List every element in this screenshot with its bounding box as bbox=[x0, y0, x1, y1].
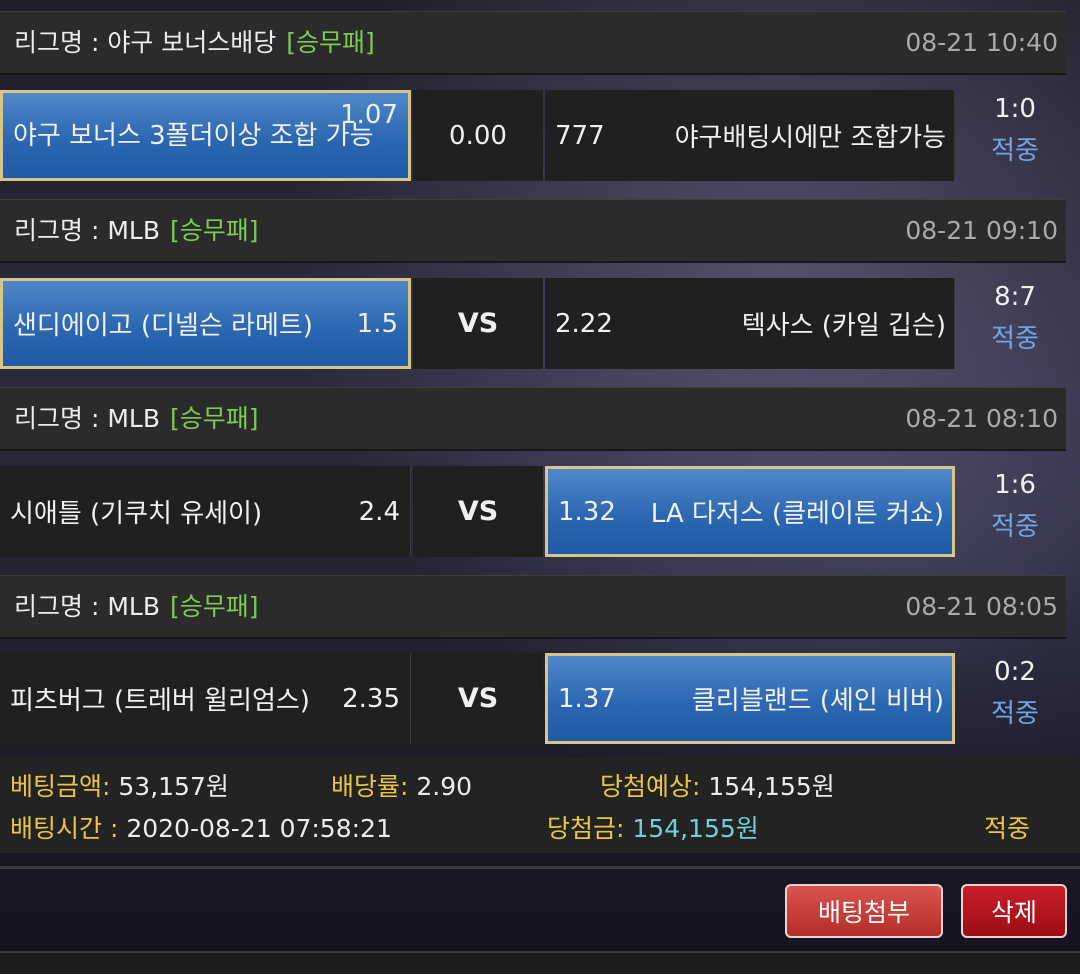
bet-time: 배팅시간 : 2020-08-21 07:58:21 bbox=[10, 814, 392, 843]
bet-type-tag: [승무패] bbox=[169, 404, 259, 433]
game-result: 1:6 적중 bbox=[975, 464, 1055, 548]
away-selection[interactable]: 1.37 클리블랜드 (셰인 비버) bbox=[545, 653, 955, 744]
game-time: 08-21 10:40 bbox=[905, 28, 1058, 57]
game-result: 8:7 적중 bbox=[975, 276, 1055, 360]
away-team-name: 클리블랜드 (셰인 비버) bbox=[691, 686, 944, 716]
home-selection[interactable]: 샌디에이고 (디넬슨 라메트) 1.5 bbox=[0, 278, 411, 369]
away-team-name: 텍사스 (카일 깁슨) bbox=[741, 311, 946, 341]
result-status: 적중 bbox=[991, 699, 1039, 729]
home-team-name: 피츠버그 (트레버 윌리엄스) bbox=[10, 686, 310, 716]
home-odd: 1.5 bbox=[356, 308, 398, 339]
home-odd: 2.4 bbox=[358, 496, 400, 527]
league-name: 리그명 : MLB [승무패] bbox=[14, 216, 259, 245]
away-selection[interactable]: 1.32 LA 다저스 (클레이튼 커쇼) bbox=[545, 466, 955, 557]
final-score: 0:2 bbox=[994, 657, 1036, 687]
bet-type-tag: [승무패] bbox=[169, 216, 259, 245]
league-header: 리그명 : MLB [승무패] 08-21 08:10 bbox=[0, 387, 1066, 451]
away-odd: 1.37 bbox=[558, 683, 616, 714]
next-bet-block bbox=[0, 953, 1080, 974]
league-header: 리그명 : 야구 보너스배당 [승무패] 08-21 10:40 bbox=[0, 11, 1066, 75]
game-time: 08-21 08:10 bbox=[905, 404, 1058, 433]
bet-odds: 배당률: 2.90 bbox=[331, 772, 473, 801]
away-odd: 2.22 bbox=[555, 308, 613, 339]
league-header: 리그명 : MLB [승무패] 08-21 08:05 bbox=[0, 575, 1066, 639]
game-result: 1:0 적중 bbox=[975, 88, 1055, 172]
divider bbox=[0, 866, 1080, 869]
bet-result-status: 적중 bbox=[984, 814, 1031, 843]
result-status: 적중 bbox=[991, 512, 1039, 542]
bet-type-tag: [승무패] bbox=[169, 592, 259, 621]
league-name: 리그명 : MLB [승무패] bbox=[14, 592, 259, 621]
game-time: 08-21 09:10 bbox=[905, 216, 1058, 245]
league-name: 리그명 : 야구 보너스배당 [승무패] bbox=[14, 28, 375, 57]
home-selection[interactable]: 야구 보너스 3폴더이상 조합 가능 1.07 bbox=[0, 90, 411, 181]
away-selection[interactable]: 777 야구배팅시에만 조합가능 bbox=[545, 90, 955, 181]
vs-label: VS bbox=[413, 278, 543, 369]
league-header: 리그명 : MLB [승무패] 08-21 09:10 bbox=[0, 199, 1066, 263]
result-status: 적중 bbox=[991, 136, 1039, 166]
league-name: 리그명 : MLB [승무패] bbox=[14, 404, 259, 433]
attach-bet-button[interactable]: 배팅첨부 bbox=[785, 884, 943, 938]
bet-summary: 베팅금액: 53,157원 배당률: 2.90 당첨예상: 154,155원 배… bbox=[0, 757, 1080, 853]
home-selection[interactable]: 피츠버그 (트레버 윌리엄스) 2.35 bbox=[0, 653, 411, 744]
result-status: 적중 bbox=[991, 324, 1039, 354]
bet-amount: 베팅금액: 53,157원 bbox=[10, 772, 229, 801]
expected-win: 당첨예상: 154,155원 bbox=[600, 772, 835, 801]
game-time: 08-21 08:05 bbox=[905, 592, 1058, 621]
home-team-name: 시애틀 (기쿠치 유세이) bbox=[10, 499, 263, 529]
away-team-name: LA 다저스 (클레이튼 커쇼) bbox=[650, 499, 944, 529]
away-team-name: 야구배팅시에만 조합가능 bbox=[674, 123, 946, 153]
win-amount: 당첨금: 154,155원 bbox=[547, 814, 759, 843]
final-score: 1:0 bbox=[994, 94, 1036, 124]
away-odd: 1.32 bbox=[558, 496, 616, 527]
final-score: 8:7 bbox=[994, 282, 1036, 312]
vs-label: VS bbox=[413, 466, 543, 557]
away-odd: 777 bbox=[555, 120, 605, 151]
home-odd: 1.07 bbox=[340, 99, 398, 130]
home-odd: 2.35 bbox=[342, 683, 400, 714]
home-selection[interactable]: 시애틀 (기쿠치 유세이) 2.4 bbox=[0, 466, 411, 557]
home-team-name: 샌디에이고 (디넬슨 라메트) bbox=[13, 311, 313, 341]
draw-odd[interactable]: 0.00 bbox=[413, 90, 543, 181]
final-score: 1:6 bbox=[994, 470, 1036, 500]
game-result: 0:2 적중 bbox=[975, 651, 1055, 735]
away-selection[interactable]: 2.22 텍사스 (카일 깁슨) bbox=[545, 278, 955, 369]
delete-button[interactable]: 삭제 bbox=[961, 884, 1067, 938]
vs-label: VS bbox=[413, 653, 543, 744]
